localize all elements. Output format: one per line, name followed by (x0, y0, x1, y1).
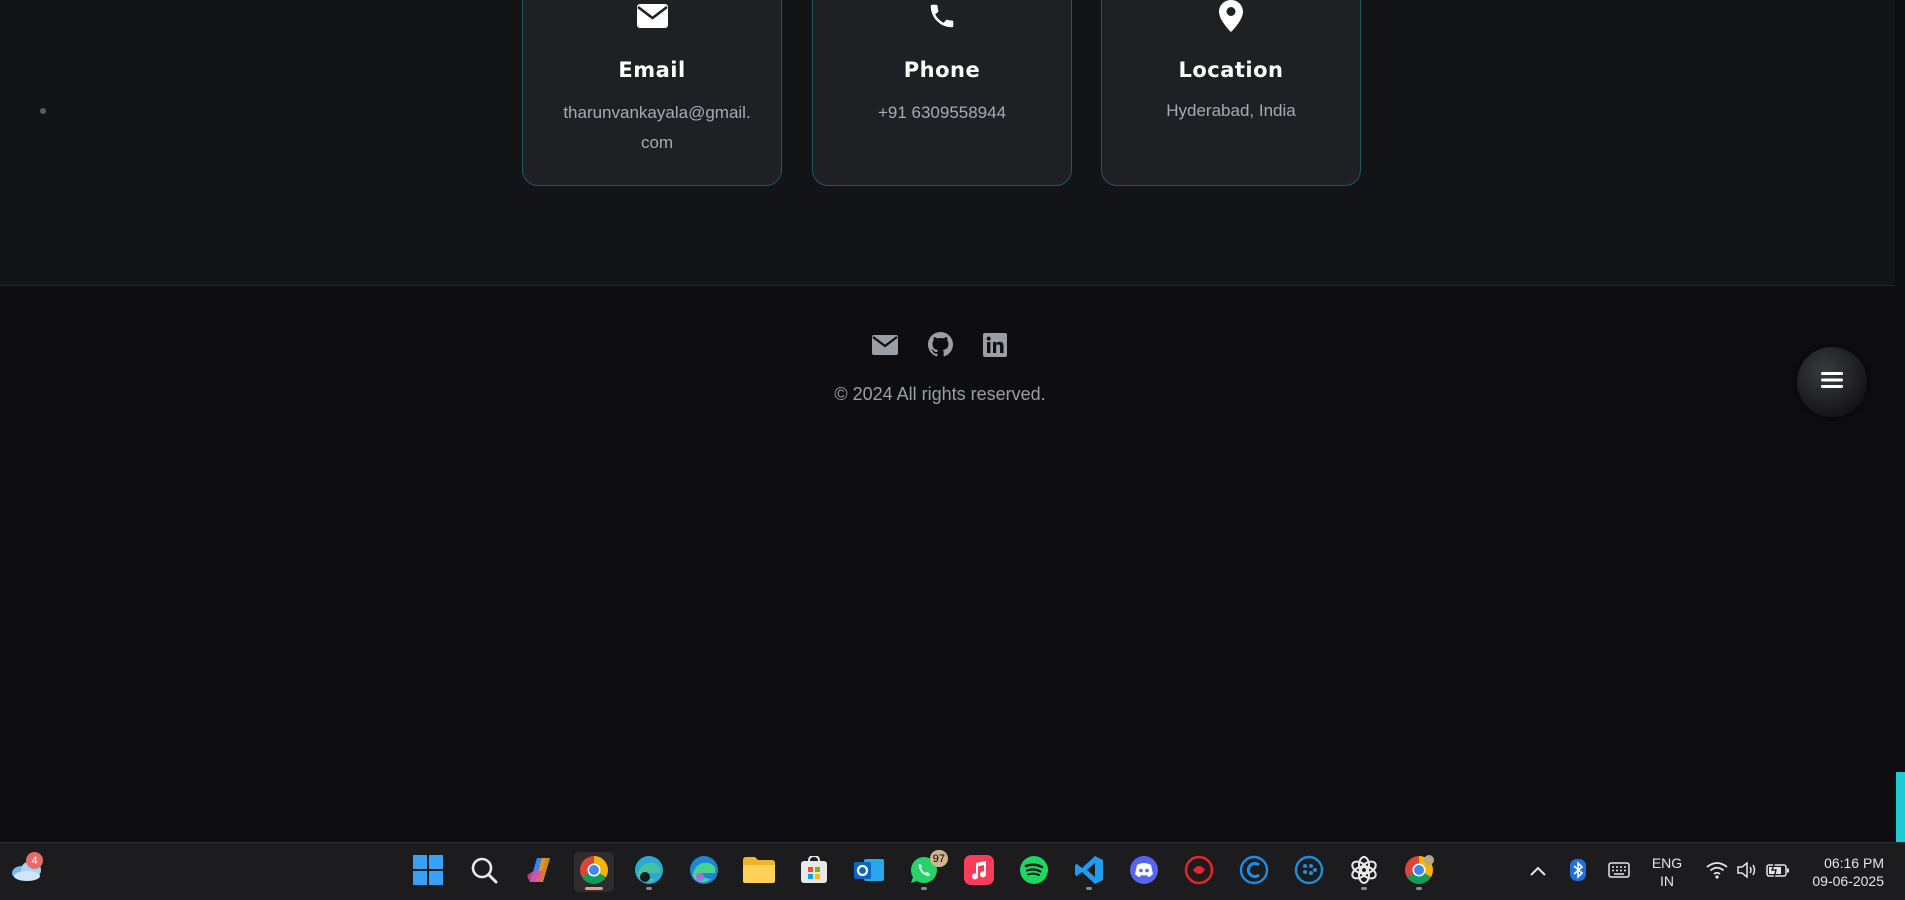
folder-icon (743, 856, 775, 888)
map-pin-icon (1102, 0, 1360, 33)
store-icon (800, 854, 828, 889)
envelope-icon (523, 0, 781, 33)
phone-icon (813, 0, 1071, 33)
keyboard-icon (1608, 861, 1630, 883)
github-icon[interactable] (927, 331, 954, 358)
taskbar-app-dots[interactable] (1289, 852, 1329, 892)
decorative-dot (40, 108, 46, 114)
chrome-icon (579, 855, 609, 890)
menu-fab-button[interactable] (1797, 347, 1867, 417)
app-icon (1184, 855, 1214, 890)
chatgpt-icon (1349, 855, 1379, 890)
taskbar-chrome[interactable] (574, 852, 614, 892)
quick-settings-button[interactable] (1695, 852, 1801, 892)
app-dots-icon (1294, 855, 1324, 890)
vscode-icon (1074, 855, 1104, 890)
keyboard-tray-button[interactable] (1599, 852, 1639, 892)
running-indicator (1361, 887, 1367, 890)
windows-logo-icon (413, 854, 443, 890)
contact-card-value[interactable]: tharunvankayala@gmail.com (563, 98, 751, 158)
windows-taskbar: 4 97 ENG IN 06:16 PM 09-06-2025 (0, 842, 1905, 900)
contact-card-email[interactable]: Email tharunvankayala@gmail.com (522, 0, 782, 186)
bluetooth-tray-button[interactable] (1560, 852, 1596, 892)
weather-widget[interactable]: 4 (7, 852, 47, 892)
contact-card-title: Email (618, 58, 686, 82)
hamburger-menu-icon (1821, 371, 1843, 394)
page-scrollbar[interactable] (1895, 0, 1905, 842)
taskbar-chrome-profile[interactable] (1399, 852, 1439, 892)
music-note-icon (964, 854, 994, 890)
volume-icon (1736, 860, 1758, 884)
start-button[interactable] (408, 852, 448, 892)
taskbar-file-explorer[interactable] (739, 852, 779, 892)
discord-icon (1129, 855, 1159, 890)
taskbar-whatsapp[interactable]: 97 (904, 850, 948, 892)
contact-card-value[interactable]: +91 6309558944 (833, 98, 1051, 128)
clock[interactable]: 06:16 PM 09-06-2025 (1800, 854, 1884, 890)
copilot-icon (524, 856, 554, 889)
taskbar-app-c[interactable] (1234, 852, 1274, 892)
region-code: IN (1660, 873, 1674, 889)
site-footer: © 2024 All rights reserved. (0, 287, 1895, 842)
spotify-icon (1019, 855, 1049, 890)
weather-badge: 4 (26, 852, 43, 869)
chrome-icon (1404, 854, 1434, 890)
search-icon (470, 856, 498, 889)
taskbar-edge[interactable] (684, 852, 724, 892)
show-hidden-icons-button[interactable] (1518, 852, 1558, 892)
active-indicator (585, 887, 603, 890)
contact-card-phone[interactable]: Phone +91 6309558944 (812, 0, 1072, 186)
taskbar-copilot[interactable] (519, 852, 559, 892)
taskbar-outlook[interactable] (849, 852, 889, 892)
edge-icon (634, 855, 664, 890)
envelope-icon[interactable] (872, 331, 899, 358)
bluetooth-icon (1570, 858, 1586, 886)
clock-date: 09-06-2025 (1812, 873, 1884, 889)
contact-card-location[interactable]: Location Hyderabad, India (1101, 0, 1361, 186)
contact-card-value: Hyderabad, India (1166, 101, 1296, 120)
language-indicator[interactable]: ENG IN (1645, 854, 1689, 890)
contact-section: Email tharunvankayala@gmail.com Phone +9… (0, 0, 1895, 286)
running-indicator (1086, 887, 1092, 890)
taskbar-edge-dev[interactable] (629, 852, 669, 892)
copyright-text: © 2024 All rights reserved. (834, 384, 1046, 404)
browser-viewport: Email tharunvankayala@gmail.com Phone +9… (0, 0, 1895, 842)
battery-icon (1766, 861, 1790, 883)
running-indicator (1416, 887, 1422, 890)
running-indicator (646, 887, 652, 890)
language-code: ENG (1651, 855, 1683, 871)
outlook-icon (854, 855, 884, 890)
clock-time: 06:16 PM (1824, 855, 1884, 871)
taskbar-app-red[interactable] (1179, 852, 1219, 892)
linkedin-icon[interactable] (982, 331, 1009, 358)
taskbar-microsoft-store[interactable] (794, 852, 834, 892)
taskbar-apple-music[interactable] (959, 852, 999, 892)
app-c-icon (1239, 855, 1269, 890)
social-links (0, 331, 1880, 358)
taskbar-chatgpt[interactable] (1344, 852, 1384, 892)
chevron-up-icon (1530, 863, 1546, 881)
taskbar-discord[interactable] (1124, 852, 1164, 892)
running-indicator (921, 887, 927, 890)
wifi-icon (1706, 861, 1728, 884)
search-button[interactable] (464, 852, 504, 892)
contact-card-title: Phone (903, 58, 981, 82)
contact-card-title: Location (1178, 58, 1284, 82)
taskbar-vscode[interactable] (1069, 852, 1109, 892)
scrollbar-thumb[interactable] (1896, 772, 1905, 842)
edge-icon (689, 855, 719, 890)
taskbar-spotify[interactable] (1014, 852, 1054, 892)
notification-badge: 97 (929, 850, 948, 867)
